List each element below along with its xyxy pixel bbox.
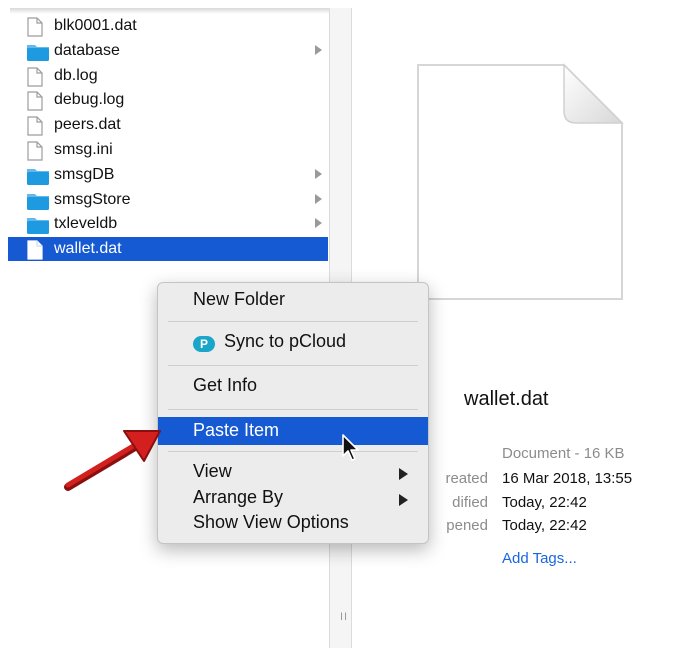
preview-kind-size: Document - 16 KB (502, 445, 625, 462)
file-name: db.log (54, 66, 98, 84)
folder-icon (27, 44, 49, 61)
menu-item-get-info[interactable]: Get Info (158, 375, 428, 403)
menu-item-label: Show View Options (193, 512, 349, 532)
submenu-arrow-icon (399, 468, 408, 480)
file-name: database (54, 41, 120, 59)
document-preview-icon (417, 63, 624, 300)
annotation-arrow-icon (64, 430, 161, 491)
menu-separator (168, 409, 418, 410)
modified-value: Today, 22:42 (502, 494, 587, 511)
column-resize-handle[interactable]: II (340, 611, 348, 623)
pcloud-icon: P (193, 336, 215, 352)
add-tags-link[interactable]: Add Tags... (502, 550, 577, 567)
file-row[interactable]: wallet.dat (8, 237, 328, 262)
file-name: smsg.ini (54, 141, 113, 158)
menu-item-view[interactable]: View (158, 461, 428, 485)
context-menu: New Folder P Sync to pCloud Get Info Pas… (157, 282, 429, 544)
menu-item-label: Sync to pCloud (224, 331, 347, 351)
file-name: wallet.dat (54, 240, 122, 258)
menu-item-label: Arrange By (193, 487, 284, 507)
document-icon (27, 116, 43, 136)
document-icon (27, 141, 43, 161)
file-name: smsgStore (54, 190, 131, 208)
menu-item-arrange-by[interactable]: Arrange By (158, 487, 428, 511)
file-name: peers.dat (54, 116, 121, 134)
file-row[interactable]: database (8, 39, 328, 63)
created-value: 16 Mar 2018, 13:55 (502, 470, 633, 487)
disclosure-arrow-icon (315, 218, 322, 229)
file-row[interactable]: txleveldb (8, 212, 328, 236)
file-row[interactable]: db.log (8, 64, 328, 88)
finder-window: II blk0001.dat database db.log debug.log pee… (0, 0, 686, 648)
file-row[interactable]: smsg.ini (8, 138, 328, 162)
submenu-arrow-icon (399, 494, 408, 506)
menu-item-show-view-options[interactable]: Show View Options (158, 512, 428, 536)
menu-item-paste-item[interactable]: Paste Item (158, 417, 428, 445)
file-row[interactable]: smsgStore (8, 188, 328, 212)
menu-item-label: New Folder (193, 289, 286, 309)
menu-separator (168, 451, 418, 452)
disclosure-arrow-icon (315, 193, 322, 204)
menu-item-label: View (193, 461, 232, 481)
file-name: txleveldb (54, 215, 118, 233)
document-icon (27, 91, 43, 111)
menu-item-label: Paste Item (193, 420, 280, 440)
file-row[interactable]: peers.dat (8, 113, 328, 137)
menu-item-label: Get Info (193, 375, 258, 395)
folder-icon (27, 168, 49, 185)
document-icon (27, 17, 43, 37)
disclosure-arrow-icon (315, 168, 322, 179)
folder-icon (27, 218, 49, 235)
menu-separator (168, 365, 418, 366)
folder-icon (27, 193, 49, 210)
file-name: blk0001.dat (54, 17, 137, 34)
document-icon (27, 66, 43, 87)
disclosure-arrow-icon (315, 44, 322, 55)
mouse-cursor-icon (342, 434, 359, 461)
file-name: debug.log (54, 91, 125, 109)
document-icon (27, 240, 43, 260)
opened-value: Today, 22:42 (502, 517, 587, 534)
file-row[interactable]: smsgDB (8, 163, 328, 187)
menu-item-new-folder[interactable]: New Folder (158, 289, 428, 317)
menu-separator (168, 321, 418, 322)
file-row[interactable]: debug.log (8, 88, 328, 112)
menu-item-sync-pcloud[interactable]: P Sync to pCloud (158, 331, 428, 359)
file-row[interactable]: blk0001.dat (8, 14, 328, 38)
file-name: smsgDB (54, 165, 115, 183)
preview-filename: wallet.dat (464, 388, 549, 410)
